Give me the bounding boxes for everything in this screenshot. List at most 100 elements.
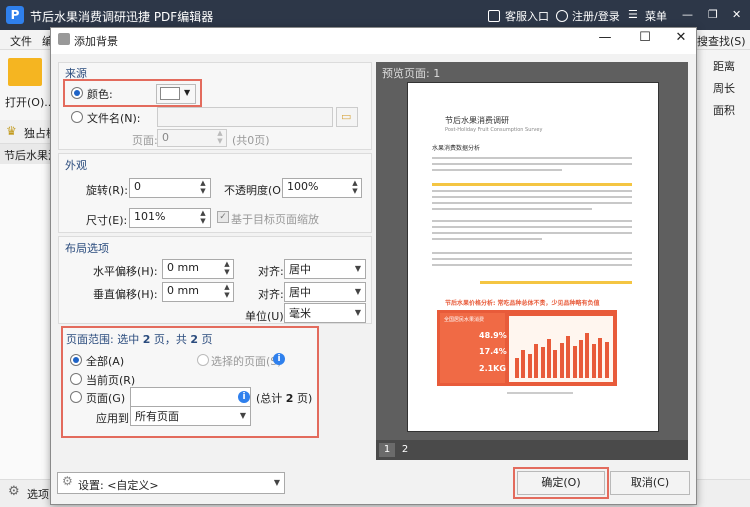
h-align-value: 居中 — [289, 263, 311, 276]
preview-text-line — [432, 258, 632, 260]
h-align-label: 对齐: — [258, 265, 284, 278]
page-label: 页面: — [132, 134, 158, 147]
apply-to-value: 所有页面 — [135, 410, 179, 423]
h-offset-label: 水平偏移(H): — [93, 265, 158, 278]
folder-icon[interactable] — [8, 58, 42, 86]
pages-radio[interactable] — [70, 391, 82, 403]
preview-text-line — [432, 202, 632, 204]
chevron-down-icon[interactable]: ▼ — [352, 260, 364, 278]
tool-distance[interactable]: 距离 — [713, 58, 735, 74]
size-value: 101% — [134, 210, 166, 223]
close-icon[interactable]: ✕ — [732, 8, 741, 21]
minimize-icon[interactable]: — — [682, 8, 693, 21]
opacity-label: 不透明度(O): — [224, 184, 289, 197]
maximize-icon[interactable]: ❐ — [708, 8, 718, 21]
cancel-button[interactable]: 取消(C) — [610, 471, 690, 495]
size-label: 尺寸(E): — [86, 214, 128, 227]
preview-footer-line — [507, 392, 573, 394]
page-total-label: (共0页) — [232, 134, 270, 147]
page-range-title: 页面范围: 选中 2 页，共 2 页 — [66, 333, 213, 346]
preview-text-line — [432, 238, 542, 240]
preview-mini-bar — [572, 345, 577, 378]
rotation-spinner-icon[interactable]: ▲ ▼ — [198, 179, 208, 197]
preview-text-line — [432, 157, 632, 159]
apply-to-label: 应用到: — [96, 412, 133, 425]
preview-mini-bar — [521, 350, 526, 378]
app-logo-icon: P — [6, 6, 24, 24]
chevron-down-icon[interactable]: ▼ — [352, 283, 364, 301]
selected-pages-radio[interactable] — [197, 354, 209, 366]
dialog-maximize-icon[interactable]: ☐ — [634, 30, 656, 46]
preview-tab-2[interactable]: 2 — [397, 443, 413, 457]
menu-file[interactable]: 文件 — [10, 33, 32, 49]
folder-browse-icon[interactable]: ▭ — [341, 110, 351, 123]
tool-perimeter[interactable]: 周长 — [713, 80, 735, 96]
chevron-down-icon[interactable]: ▼ — [352, 304, 364, 322]
info-icon[interactable]: i — [273, 353, 285, 365]
apply-to-select[interactable]: 所有页面 — [130, 406, 251, 426]
preview-banner: 节后水果价格分析: 常吃品种总体不贵，少见品种略有负值 — [445, 300, 600, 307]
settings-label: 设置: <自定义> — [78, 479, 159, 492]
chevron-down-icon[interactable]: ▼ — [237, 407, 249, 425]
preview-doc-title: 节后水果消费调研 — [445, 116, 509, 125]
gear-icon: ⚙ — [62, 474, 73, 488]
menu-label[interactable]: 菜单 — [645, 8, 667, 24]
page-spinner-icon[interactable]: ▲ ▼ — [215, 129, 225, 147]
login-link[interactable]: 注册/登录 — [572, 8, 620, 24]
v-offset-spinner-icon[interactable]: ▲ ▼ — [222, 283, 232, 301]
dialog-close-icon[interactable]: ✕ — [670, 30, 692, 46]
preview-stat-3: 2.1KG — [479, 364, 506, 373]
preview-mini-bar — [579, 339, 583, 378]
preview-section-title: 水果消费数据分析 — [432, 145, 481, 152]
chevron-down-icon[interactable]: ▼ — [184, 88, 190, 97]
current-page-radio[interactable] — [70, 373, 82, 385]
info-icon[interactable]: i — [238, 391, 250, 403]
scale-checkbox[interactable]: ✓ — [217, 211, 229, 223]
h-offset-value: 0 mm — [167, 261, 199, 274]
preview-mini-bar — [604, 341, 609, 378]
scale-checkbox-label: 基于目标页面缩放 — [231, 213, 319, 226]
opacity-value: 100% — [287, 180, 319, 193]
options-label[interactable]: 选项 — [27, 486, 49, 502]
chevron-down-icon[interactable]: ▼ — [271, 474, 283, 492]
color-radio[interactable] — [71, 87, 83, 99]
service-link[interactable]: 客服入口 — [505, 8, 549, 24]
rotation-value: 0 — [134, 180, 141, 193]
color-label: 颜色: — [87, 88, 113, 101]
preview-tab-1[interactable]: 1 — [379, 443, 395, 457]
pages-label: 页面(G) — [86, 392, 126, 405]
crown-icon: ♛ — [6, 124, 17, 138]
preview-text-line — [432, 232, 632, 234]
dialog-minimize-icon[interactable]: — — [594, 30, 616, 46]
pages-total-label: (总计 2 页) — [256, 392, 313, 405]
preview-title: 预览页面: 1 — [382, 67, 441, 80]
pages-field[interactable] — [130, 387, 251, 407]
tool-area[interactable]: 面积 — [713, 102, 735, 118]
filename-radio[interactable] — [71, 111, 83, 123]
menu-icon[interactable]: ☰ — [628, 8, 638, 21]
gear-icon[interactable]: ⚙ — [8, 484, 20, 499]
preview-text-line — [432, 226, 632, 228]
all-pages-radio[interactable] — [70, 354, 82, 366]
ok-button[interactable]: 确定(O) — [517, 471, 605, 495]
preview-mini-bar — [559, 343, 564, 378]
all-pages-label: 全部(A) — [86, 355, 125, 368]
service-icon[interactable] — [488, 10, 500, 22]
user-icon[interactable] — [556, 10, 568, 22]
right-tool-pane — [694, 50, 750, 507]
opacity-spinner-icon[interactable]: ▲ ▼ — [350, 179, 360, 197]
preview-text-line — [432, 163, 632, 165]
preview-highlight-line — [432, 183, 632, 186]
h-offset-spinner-icon[interactable]: ▲ ▼ — [222, 260, 232, 278]
preview-page-tabs — [376, 440, 688, 460]
preview-mini-bar — [547, 338, 551, 378]
rotation-label: 旋转(R): — [86, 184, 128, 197]
menu-find[interactable]: 搜查找(S) — [697, 33, 746, 49]
filename-field[interactable] — [157, 107, 333, 127]
preview-mini-bar — [585, 333, 590, 378]
open-button-label[interactable]: 打开(O)... — [5, 94, 55, 110]
v-offset-label: 垂直偏移(H): — [93, 288, 158, 301]
preview-mini-bar — [566, 336, 571, 378]
v-align-value: 居中 — [289, 286, 311, 299]
size-spinner-icon[interactable]: ▲ ▼ — [198, 209, 208, 227]
